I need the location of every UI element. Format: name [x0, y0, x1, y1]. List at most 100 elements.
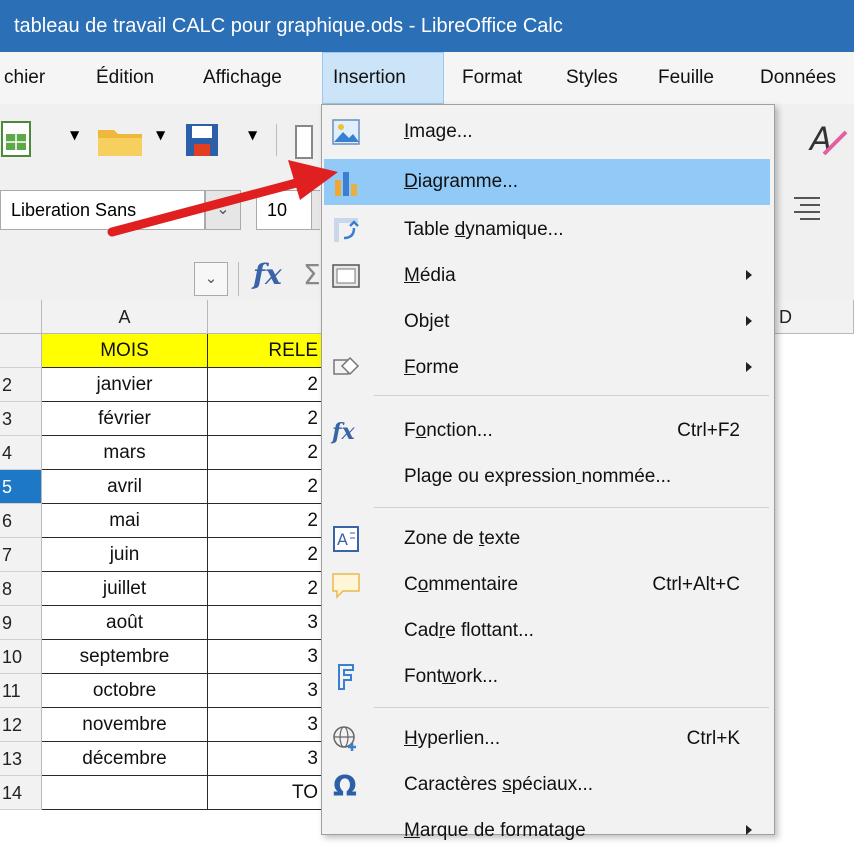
cell-b[interactable]: 2 [208, 436, 323, 470]
row-header[interactable]: 11 [0, 674, 42, 708]
row-header[interactable]: 12 [0, 708, 42, 742]
menu-insertion[interactable]: Insertion [322, 52, 444, 104]
menu-item-forme[interactable]: Forme [322, 345, 774, 391]
save-icon[interactable] [184, 122, 224, 162]
submenu-arrow-icon [746, 825, 752, 835]
menu-item-diagramme[interactable]: Diagramme... [324, 159, 770, 205]
new-dropdown-icon[interactable]: ▼ [70, 128, 79, 142]
hyperlink-icon [333, 726, 356, 751]
cell-b[interactable]: 2 [208, 368, 323, 402]
font-size-dropdown[interactable] [312, 190, 320, 230]
cell-a[interactable]: MOIS [42, 334, 208, 368]
media-icon [332, 264, 360, 288]
cell-a[interactable]: septembre [42, 640, 208, 674]
cell-a[interactable]: novembre [42, 708, 208, 742]
menu-item-cadre-flottant[interactable]: Cadre flottant... [322, 608, 774, 654]
row-header[interactable]: 8 [0, 572, 42, 606]
submenu-arrow-icon [746, 316, 752, 326]
menu-item-commentaire[interactable]: Commentaire Ctrl+Alt+C [322, 562, 774, 608]
open-folder-icon[interactable] [96, 124, 148, 160]
font-name-dropdown-icon[interactable]: ⌄ [205, 190, 241, 230]
row-header[interactable]: 10 [0, 640, 42, 674]
menu-styles[interactable]: Styles [556, 52, 628, 104]
open-dropdown-icon[interactable]: ▼ [156, 128, 165, 142]
special-character-icon: Ω [333, 770, 357, 801]
font-name-box[interactable]: Liberation Sans [0, 190, 205, 230]
menu-item-caracteres-speciaux[interactable]: Ω Caractères spéciaux... [322, 762, 774, 808]
cell-a[interactable]: août [42, 606, 208, 640]
column-header-b[interactable] [208, 300, 323, 334]
cell-b[interactable]: 3 [208, 742, 323, 776]
align-right-icon[interactable] [790, 192, 824, 228]
menu-item-objet[interactable]: Objet [322, 299, 774, 345]
sum-icon[interactable]: Σ [303, 258, 321, 291]
menu-label: Diagramme... [404, 171, 519, 192]
cell-b[interactable]: 2 [208, 402, 323, 436]
row-header[interactable]: 7 [0, 538, 42, 572]
menu-item-fontwork[interactable]: Fontwork... [322, 654, 774, 700]
cell-a[interactable]: mai [42, 504, 208, 538]
name-box-dropdown-icon[interactable]: ⌄ [194, 262, 228, 296]
corner-cell[interactable] [0, 300, 42, 334]
row-header[interactable]: 5 [0, 470, 42, 504]
cell-b[interactable]: 2 [208, 504, 323, 538]
row-header[interactable]: 4 [0, 436, 42, 470]
cell-b[interactable]: 2 [208, 538, 323, 572]
cell-a[interactable]: juillet [42, 572, 208, 606]
menu-label: Fontwork... [404, 666, 498, 687]
menu-item-plage-nommee[interactable]: Plage ou expression nommée... [322, 454, 774, 500]
column-header-a[interactable]: A [42, 300, 208, 334]
cell-b[interactable]: 3 [208, 708, 323, 742]
menu-label: Hyperlien... [404, 728, 501, 749]
menu-format[interactable]: Format [452, 52, 532, 104]
cell-a[interactable]: février [42, 402, 208, 436]
function-wizard-icon[interactable]: fx [253, 258, 282, 291]
clear-formatting-icon[interactable]: A [804, 120, 848, 160]
cell-b[interactable]: RELE [208, 334, 323, 368]
menu-affichage[interactable]: Affichage [193, 52, 292, 104]
new-spreadsheet-icon[interactable] [0, 120, 40, 160]
cell-b[interactable]: TO [208, 776, 323, 810]
menu-item-marque-de-formatage[interactable]: Marque de formatage [322, 808, 774, 854]
cell-b[interactable]: 3 [208, 606, 323, 640]
menu-label: Objet [404, 311, 450, 332]
cell-a[interactable]: janvier [42, 368, 208, 402]
menu-donnees[interactable]: Données [750, 52, 846, 104]
menu-item-image[interactable]: Image... [322, 109, 774, 155]
cell-b[interactable]: 3 [208, 674, 323, 708]
row-header[interactable]: 9 [0, 606, 42, 640]
menu-fichier[interactable]: chier [0, 52, 55, 104]
cell-b[interactable]: 2 [208, 572, 323, 606]
cell-b[interactable]: 3 [208, 640, 323, 674]
column-header-d[interactable]: D [775, 300, 854, 334]
row-header[interactable] [0, 334, 42, 368]
menu-bar: chier Édition Affichage Insertion Format… [0, 52, 854, 104]
cell-a[interactable] [42, 776, 208, 810]
menu-item-hyperlien[interactable]: Hyperlien... Ctrl+K [322, 716, 774, 762]
cell-a[interactable]: juin [42, 538, 208, 572]
menu-feuille[interactable]: Feuille [648, 52, 724, 104]
menu-edition[interactable]: Édition [86, 52, 164, 104]
cell-a[interactable]: mars [42, 436, 208, 470]
comment-icon [332, 573, 360, 599]
row-header[interactable]: 6 [0, 504, 42, 538]
row-header[interactable]: 2 [0, 368, 42, 402]
font-size-box[interactable]: 10 [256, 190, 312, 230]
row-header[interactable]: 13 [0, 742, 42, 776]
cell-b[interactable]: 2 [208, 470, 323, 504]
menu-shortcut: Ctrl+F2 [677, 420, 740, 441]
row-header[interactable]: 14 [0, 776, 42, 810]
toolbar-separator [276, 124, 277, 156]
cell-a[interactable]: avril [42, 470, 208, 504]
menu-item-fonction[interactable]: fx Fonction... Ctrl+F2 [322, 408, 774, 454]
export-pdf-icon[interactable] [294, 124, 318, 160]
menu-item-media[interactable]: Média [322, 253, 774, 299]
menu-item-zone-de-texte[interactable]: A Zone de texte [322, 516, 774, 562]
cell-a[interactable]: décembre [42, 742, 208, 776]
menu-item-table-dynamique[interactable]: Table dynamique... [322, 207, 774, 253]
row-header[interactable]: 3 [0, 402, 42, 436]
menu-shortcut: Ctrl+K [686, 728, 740, 749]
cell-a[interactable]: octobre [42, 674, 208, 708]
save-dropdown-icon[interactable]: ▼ [248, 128, 257, 142]
text-box-icon: A [333, 526, 359, 552]
